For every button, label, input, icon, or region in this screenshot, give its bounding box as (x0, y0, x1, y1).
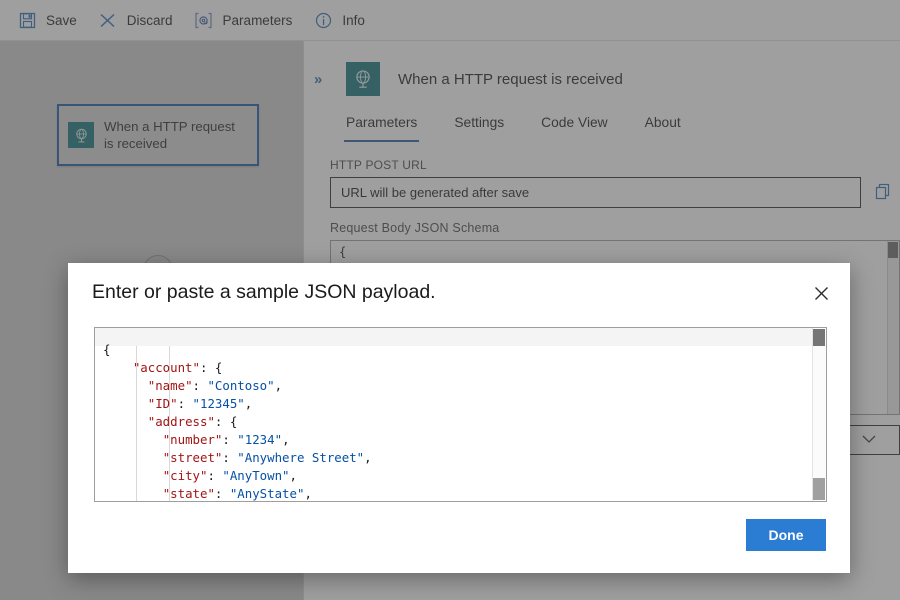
code-key-id: "ID" (148, 396, 178, 411)
code-value-street: "Anywhere Street" (237, 450, 364, 465)
code-value-number: "1234" (237, 432, 282, 447)
code-key-state: "state" (163, 486, 215, 501)
editor-scrollbar[interactable] (812, 328, 826, 501)
code-token-brace: { (103, 342, 110, 357)
close-button[interactable] (806, 281, 836, 311)
code-key-name: "name" (148, 378, 193, 393)
code-key-account: "account" (133, 360, 200, 375)
code-key-number: "number" (163, 432, 223, 447)
code-key-address: "address" (148, 414, 215, 429)
code-key-street: "street" (163, 450, 223, 465)
logic-app-designer-screen: Save Discard Parameters (0, 0, 900, 600)
json-payload-editor[interactable]: { "account": { "name": "Contoso", "ID": … (94, 327, 827, 502)
json-payload-code[interactable]: { "account": { "name": "Contoso", "ID": … (103, 341, 372, 502)
close-x-icon (814, 286, 829, 306)
code-value-id: "12345" (193, 396, 245, 411)
sample-json-payload-dialog: Enter or paste a sample JSON payload. { … (68, 263, 850, 573)
code-key-city: "city" (163, 468, 208, 483)
done-button[interactable]: Done (746, 519, 826, 551)
code-value-city: "AnyTown" (222, 468, 289, 483)
editor-scrollbar-thumb[interactable] (813, 329, 825, 346)
code-value-name: "Contoso" (207, 378, 274, 393)
editor-scrollbar-bottom-marker[interactable] (813, 478, 825, 500)
code-value-state: "AnyState" (230, 486, 305, 501)
dialog-title: Enter or paste a sample JSON payload. (92, 281, 436, 304)
